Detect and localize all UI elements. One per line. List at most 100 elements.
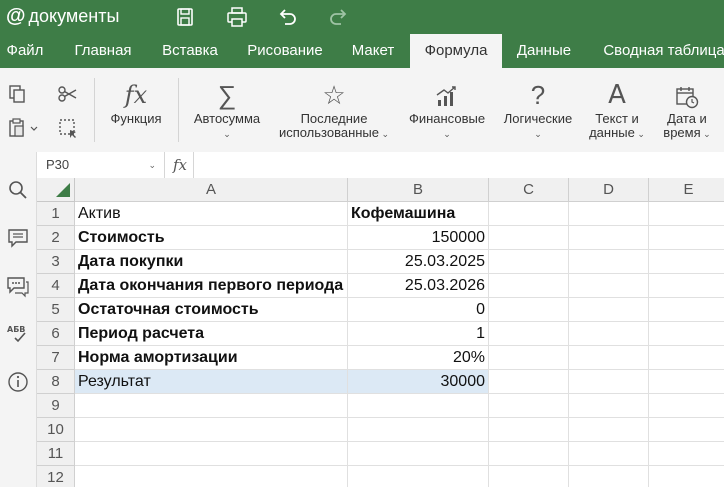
cell-d10[interactable] [569, 418, 649, 442]
cell-a12[interactable] [75, 466, 348, 487]
cell-d3[interactable] [569, 250, 649, 274]
cell-c2[interactable] [489, 226, 569, 250]
insert-function-icon[interactable]: fx [167, 152, 194, 178]
cell-b10[interactable] [348, 418, 489, 442]
tab-data[interactable]: Данные [510, 34, 578, 68]
cell-d5[interactable] [569, 298, 649, 322]
cell-b8[interactable]: 30000 [348, 370, 489, 394]
cell-e5[interactable] [649, 298, 724, 322]
tab-file[interactable]: Файл [0, 34, 50, 68]
cell-a5[interactable]: Остаточная стоимость [75, 298, 348, 322]
tab-layout[interactable]: Макет [344, 34, 402, 68]
cell-b2[interactable]: 150000 [348, 226, 489, 250]
row-header[interactable]: 2 [37, 226, 75, 250]
cell-e2[interactable] [649, 226, 724, 250]
cell-c3[interactable] [489, 250, 569, 274]
row-header[interactable]: 10 [37, 418, 75, 442]
cell-a3[interactable]: Дата покупки [75, 250, 348, 274]
column-header-a[interactable]: A [75, 178, 348, 202]
tab-draw[interactable]: Рисование [238, 34, 332, 68]
function-button[interactable]: fx Функция [100, 68, 172, 152]
cell-a10[interactable] [75, 418, 348, 442]
chevron-down-icon[interactable]: ⌄ [148, 152, 156, 178]
cell-e1[interactable] [649, 202, 724, 226]
comment-icon[interactable] [6, 226, 30, 250]
select-all-corner[interactable] [37, 178, 75, 202]
date-time-button[interactable]: Дата и время ⌄ [656, 68, 718, 152]
cell-a11[interactable] [75, 442, 348, 466]
cell-a1[interactable]: Актив [75, 202, 348, 226]
cell-e12[interactable] [649, 466, 724, 487]
info-icon[interactable] [6, 370, 30, 394]
cell-b11[interactable] [348, 442, 489, 466]
spellcheck-icon[interactable]: АБВ [6, 322, 30, 346]
cell-c11[interactable] [489, 442, 569, 466]
tab-insert[interactable]: Вставка [150, 34, 230, 68]
cell-a2[interactable]: Стоимость [75, 226, 348, 250]
cell-c12[interactable] [489, 466, 569, 487]
cell-d2[interactable] [569, 226, 649, 250]
row-header[interactable]: 6 [37, 322, 75, 346]
cell-b9[interactable] [348, 394, 489, 418]
app-logo[interactable]: @ документы [6, 3, 119, 29]
cell-b7[interactable]: 20% [348, 346, 489, 370]
cell-d4[interactable] [569, 274, 649, 298]
cell-d9[interactable] [569, 394, 649, 418]
cell-b4[interactable]: 25.03.2026 [348, 274, 489, 298]
column-header-b[interactable]: B [348, 178, 489, 202]
cell-c5[interactable] [489, 298, 569, 322]
row-header[interactable]: 8 [37, 370, 75, 394]
cell-c9[interactable] [489, 394, 569, 418]
tab-home[interactable]: Главная [62, 34, 144, 68]
financial-button[interactable]: Финансовые ⌄ [402, 68, 492, 152]
paste-icon[interactable] [6, 116, 42, 140]
cell-c7[interactable] [489, 346, 569, 370]
cell-d11[interactable] [569, 442, 649, 466]
autosum-button[interactable]: ∑ Автосумма ⌄ [186, 68, 268, 152]
column-header-e[interactable]: E [649, 178, 724, 202]
cell-e9[interactable] [649, 394, 724, 418]
cut-icon[interactable] [56, 82, 80, 106]
row-header[interactable]: 9 [37, 394, 75, 418]
search-icon[interactable] [6, 178, 30, 202]
logical-button[interactable]: ? Логические ⌄ [496, 68, 580, 152]
redo-icon[interactable] [328, 6, 350, 28]
cell-a4[interactable]: Дата окончания первого периода [75, 274, 348, 298]
cell-c1[interactable] [489, 202, 569, 226]
row-header[interactable]: 5 [37, 298, 75, 322]
name-box[interactable]: P30 ⌄ [37, 152, 165, 178]
cell-c8[interactable] [489, 370, 569, 394]
row-header[interactable]: 7 [37, 346, 75, 370]
cell-d7[interactable] [569, 346, 649, 370]
text-data-button[interactable]: A Текст и данные ⌄ [582, 68, 652, 152]
cell-e6[interactable] [649, 322, 724, 346]
tab-pivot-table[interactable]: Сводная таблица [594, 34, 724, 68]
cell-a9[interactable] [75, 394, 348, 418]
copy-icon[interactable] [6, 82, 30, 106]
cell-b1[interactable]: Кофемашина [348, 202, 489, 226]
cell-b6[interactable]: 1 [348, 322, 489, 346]
cell-e10[interactable] [649, 418, 724, 442]
row-header[interactable]: 1 [37, 202, 75, 226]
row-header[interactable]: 12 [37, 466, 75, 487]
cell-e7[interactable] [649, 346, 724, 370]
cell-a6[interactable]: Период расчета [75, 322, 348, 346]
cell-d1[interactable] [569, 202, 649, 226]
cell-d6[interactable] [569, 322, 649, 346]
save-icon[interactable] [174, 6, 196, 28]
row-header[interactable]: 11 [37, 442, 75, 466]
cell-a8[interactable]: Результат [75, 370, 348, 394]
print-icon[interactable] [226, 6, 248, 28]
tab-formula[interactable]: Формула [410, 34, 502, 68]
cell-b12[interactable] [348, 466, 489, 487]
cell-b5[interactable]: 0 [348, 298, 489, 322]
cell-d12[interactable] [569, 466, 649, 487]
cell-b3[interactable]: 25.03.2025 [348, 250, 489, 274]
cell-e8[interactable] [649, 370, 724, 394]
recently-used-button[interactable]: ☆ Последние использованные ⌄ [272, 68, 396, 152]
cell-c4[interactable] [489, 274, 569, 298]
undo-icon[interactable] [276, 6, 298, 28]
row-header[interactable]: 3 [37, 250, 75, 274]
cell-c10[interactable] [489, 418, 569, 442]
cell-c6[interactable] [489, 322, 569, 346]
